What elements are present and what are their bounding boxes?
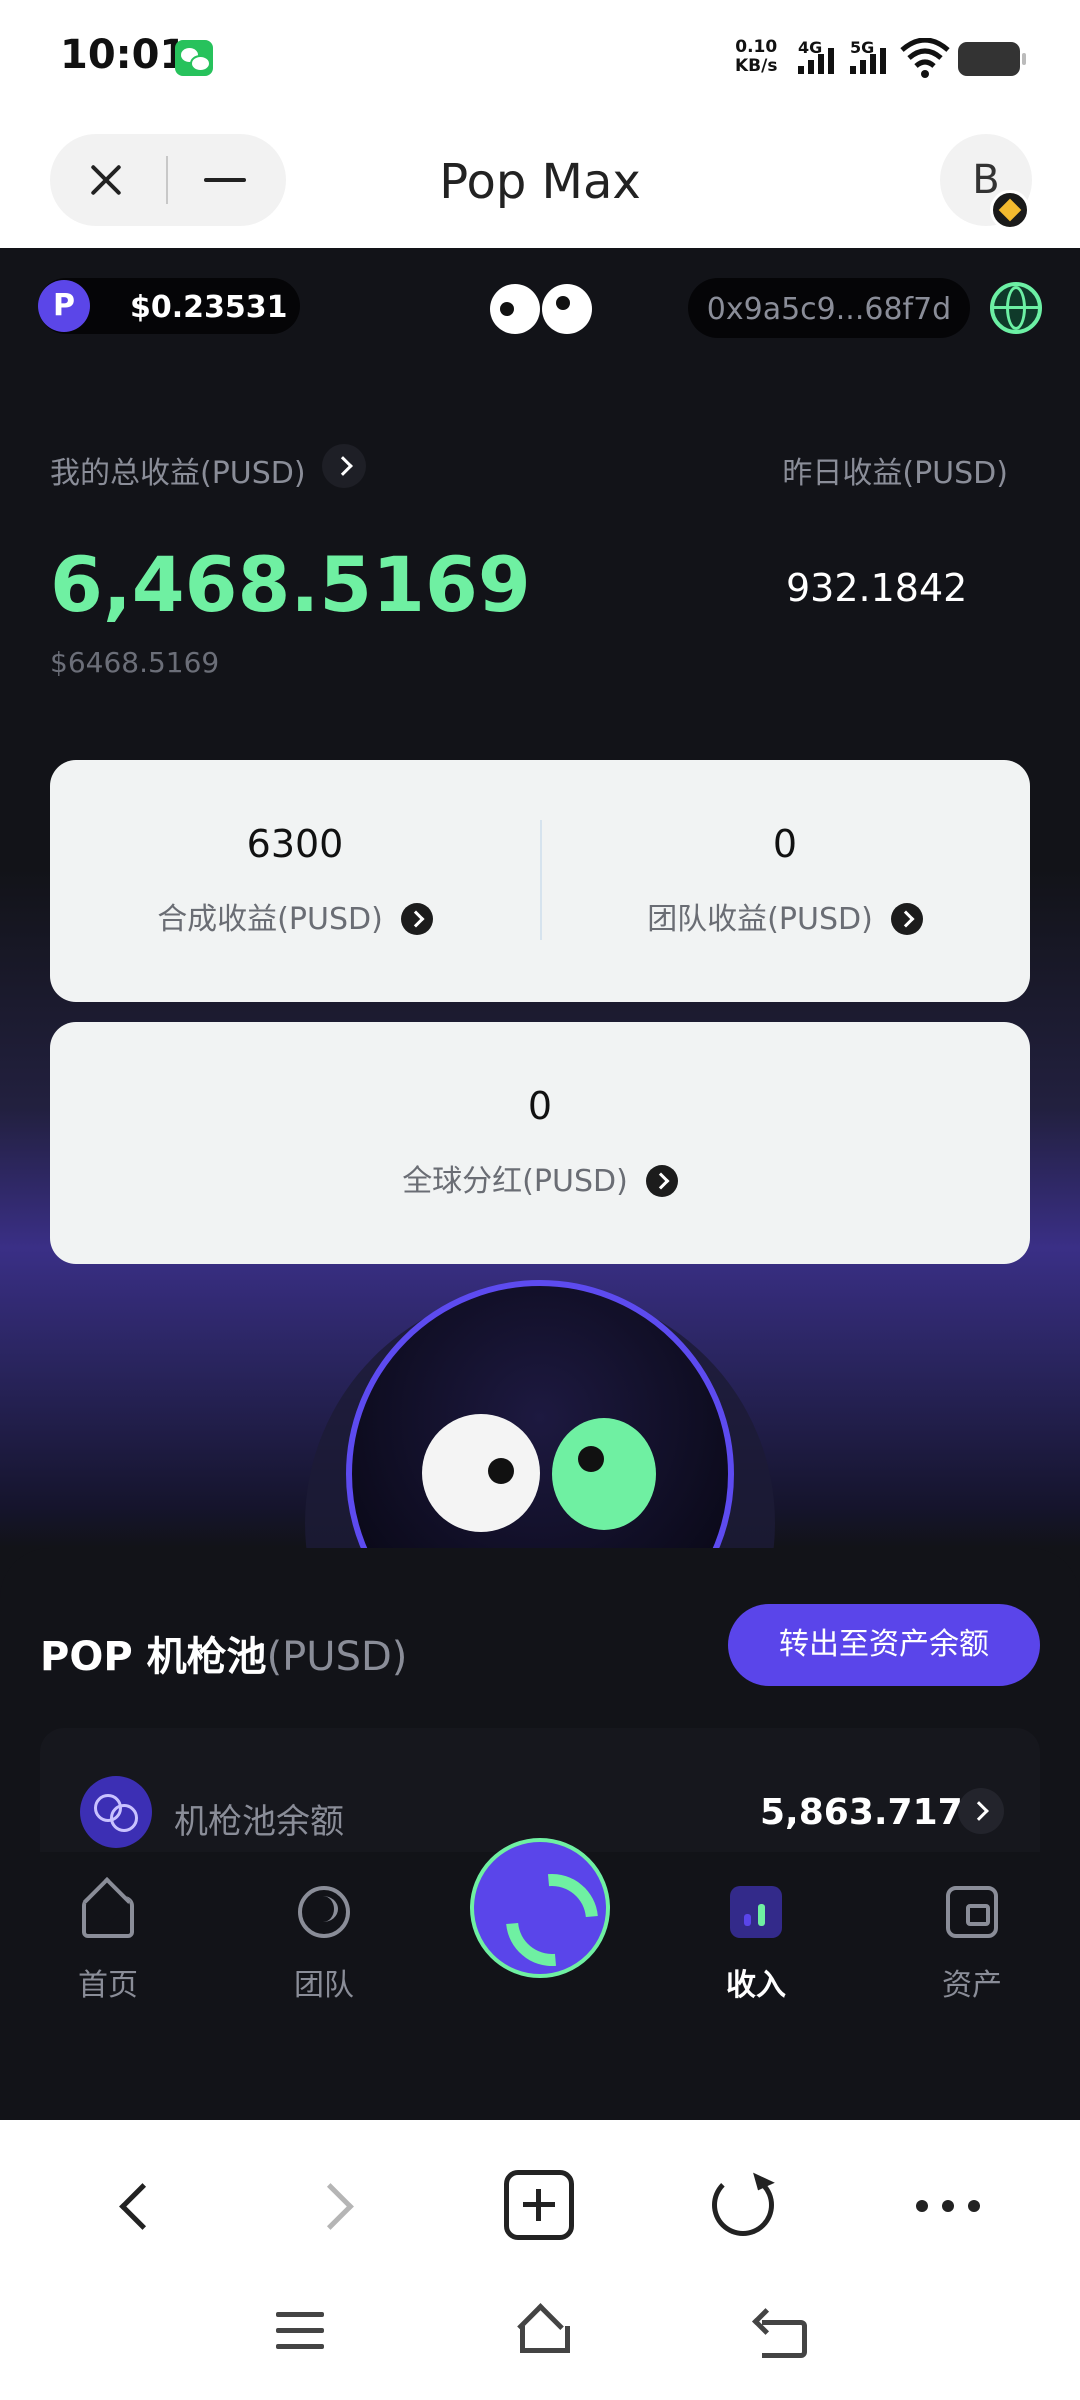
new-tab-icon[interactable] <box>504 2170 574 2240</box>
pool-title-text: POP 机枪池 <box>40 1634 267 1680</box>
pool-title-unit: (PUSD) <box>266 1634 408 1680</box>
synthesis-earnings-label: 合成收益(PUSD) <box>50 894 540 938</box>
network-speed-unit: KB/s <box>735 56 778 76</box>
total-earnings-value: 6,468.5169 <box>50 540 531 629</box>
tab-assets-label: 资产 <box>942 1968 1002 2003</box>
token-price: $0.23531 <box>130 290 288 325</box>
mini-program-header: Pop Max B <box>0 120 1080 248</box>
mascot-right-eye <box>552 1418 656 1530</box>
status-bar: 10:01 0.10 KB/s 4G 5G <box>0 0 1080 120</box>
network-speed: 0.10 KB/s <box>735 38 777 76</box>
mascot-left-eye <box>422 1414 540 1532</box>
browser-toolbar <box>0 2120 1080 2280</box>
tab-team[interactable]: 团队 <box>216 1852 432 2032</box>
reload-icon[interactable] <box>712 2174 774 2236</box>
synthesis-earnings-label-text: 合成收益(PUSD) <box>157 902 383 937</box>
home-icon <box>82 1896 134 1938</box>
pool-title: POP 机枪池(PUSD) <box>40 1624 407 1682</box>
bnb-chain-icon <box>990 190 1030 230</box>
pop-token-icon <box>38 280 90 332</box>
token-price-pill[interactable]: $0.23531 <box>38 278 300 334</box>
system-nav-bar <box>0 2280 1080 2400</box>
team-earnings-label-text: 团队收益(PUSD) <box>647 902 873 937</box>
back-icon[interactable] <box>92 2166 172 2246</box>
synthesis-earnings-value: 6300 <box>246 822 344 866</box>
earnings-breakdown-card: 6300 合成收益(PUSD) 0 团队收益(PUSD) <box>50 760 1030 1002</box>
income-chart-icon <box>730 1886 782 1938</box>
global-dividend-label: 全球分红(PUSD) <box>50 1156 1030 1200</box>
global-dividend-cell: 0 全球分红(PUSD) <box>50 1022 1030 1264</box>
synthesis-earnings-cell[interactable]: 6300 合成收益(PUSD) <box>50 760 540 1002</box>
globe-icon[interactable] <box>990 282 1042 334</box>
signal-4g-icon: 4G <box>798 38 854 78</box>
tab-home-label: 首页 <box>78 1968 138 2003</box>
tab-home[interactable]: 首页 <box>0 1852 216 2032</box>
yesterday-earnings-value: 932.1842 <box>786 566 968 610</box>
wifi-icon <box>900 38 950 78</box>
pool-balance-value: 5,863.7173 <box>760 1792 988 1833</box>
global-dividend-card[interactable]: 0 全球分红(PUSD) <box>50 1022 1030 1264</box>
chevron-right-icon[interactable] <box>958 1788 1004 1834</box>
tab-assets[interactable]: 资产 <box>864 1852 1080 2032</box>
tab-income-label: 收入 <box>726 1968 786 2003</box>
chevron-right-icon[interactable] <box>400 903 433 935</box>
global-dividend-value: 0 <box>527 1084 553 1128</box>
yesterday-earnings-label: 昨日收益(PUSD) <box>782 456 1008 491</box>
chevron-right-icon[interactable] <box>890 903 923 935</box>
team-earnings-label: 团队收益(PUSD) <box>540 894 1030 938</box>
wallet-address-pill[interactable]: 0x9a5c9...68f7d <box>688 278 970 338</box>
team-earnings-value: 0 <box>772 822 798 866</box>
transfer-to-balance-button[interactable]: 转出至资产余额 <box>728 1604 1040 1686</box>
menu-icon[interactable] <box>276 2312 324 2352</box>
swap-icon[interactable] <box>470 1838 610 1978</box>
signal-5g-icon: 5G <box>850 38 906 78</box>
wallet-address: 0x9a5c9...68f7d <box>706 292 952 327</box>
page-title: Pop Max <box>439 154 641 210</box>
network-speed-value: 0.10 <box>735 37 778 57</box>
pool-balance-icon <box>80 1776 152 1848</box>
app-content: $0.23531 0x9a5c9...68f7d 我的总收益(PUSD) 昨日收… <box>0 248 1080 2120</box>
home-nav-icon[interactable] <box>514 2304 570 2356</box>
tab-income[interactable]: 收入 <box>648 1852 864 2032</box>
wallet-icon <box>946 1886 998 1938</box>
more-icon[interactable] <box>908 2166 988 2246</box>
team-icon <box>298 1886 350 1938</box>
chevron-right-icon[interactable] <box>322 444 366 488</box>
total-earnings-label: 我的总收益(PUSD) <box>50 456 306 491</box>
back-nav-icon[interactable] <box>756 2308 807 2358</box>
team-earnings-cell[interactable]: 0 团队收益(PUSD) <box>540 760 1030 1002</box>
status-time: 10:01 <box>60 32 188 78</box>
tab-team-label: 团队 <box>294 1968 354 2003</box>
battery-icon <box>958 42 1026 76</box>
global-dividend-label-text: 全球分红(PUSD) <box>402 1164 628 1199</box>
chevron-right-icon[interactable] <box>645 1165 678 1197</box>
pool-balance-label: 机枪池余额 <box>174 1802 344 1842</box>
pop-eyes-logo-icon <box>490 284 592 336</box>
total-earnings-usd: $6468.5169 <box>50 646 220 679</box>
wechat-icon <box>175 40 213 76</box>
bottom-tab-bar: 首页 团队 收入 资产 <box>0 1838 1080 2120</box>
forward-icon[interactable] <box>296 2166 376 2246</box>
